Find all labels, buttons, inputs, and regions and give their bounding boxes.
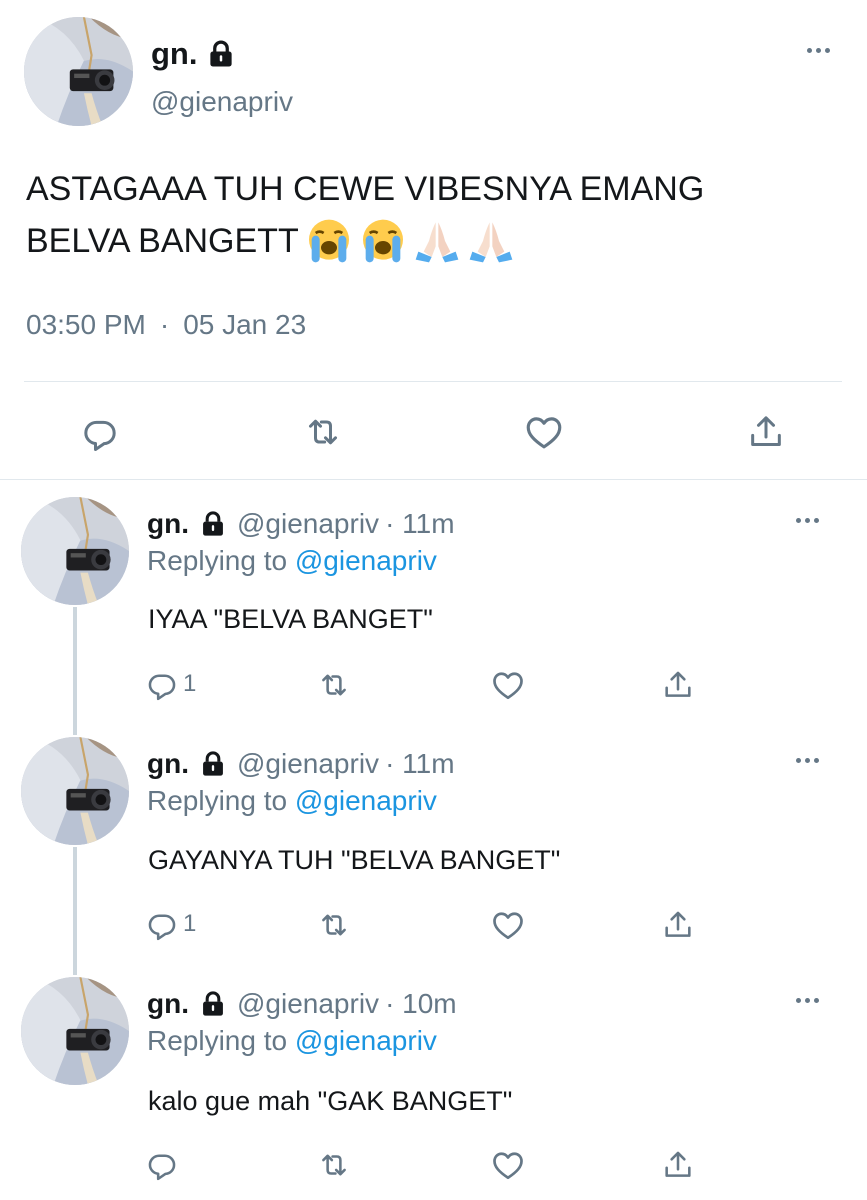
main-author-row: gn. [151, 34, 236, 74]
tweet-text-line-2: BELVA BANGETT [26, 215, 826, 267]
more-horizontal-icon[interactable] [796, 998, 819, 1003]
lock-icon [199, 750, 227, 778]
reply-bubble-icon [145, 1147, 179, 1181]
share-button[interactable] [660, 907, 696, 943]
reply-button[interactable] [78, 410, 122, 454]
retweet-icon [317, 1148, 351, 1182]
replying-to-label: Replying to [147, 545, 288, 576]
retweet-button[interactable] [316, 907, 352, 943]
replying-to-label: Replying to [147, 1025, 288, 1056]
reply-count: 1 [183, 670, 197, 697]
reply-button[interactable]: 1 [145, 906, 196, 942]
reply-time[interactable]: · 11m [385, 508, 455, 540]
handle[interactable]: @gienapriv [237, 988, 379, 1020]
heart-icon [523, 411, 565, 453]
replying-to: Replying to @gienapriv [147, 785, 437, 817]
avatar[interactable] [21, 497, 129, 605]
heart-icon [490, 1147, 526, 1183]
reply-button[interactable] [145, 1146, 183, 1182]
share-upload-icon [661, 668, 695, 702]
tweet-text-line-1: ASTAGAAA TUH CEWE VIBESNYA EMANG [26, 170, 705, 208]
more-horizontal-icon[interactable] [796, 518, 819, 523]
like-button[interactable] [522, 410, 566, 454]
loudly-crying-face-icon [359, 217, 407, 265]
reply-bubble-icon [145, 667, 179, 701]
reply-text: GAYANYA TUH "BELVA BANGET" [148, 845, 561, 875]
handle[interactable]: @gienapriv [151, 86, 293, 118]
avatar[interactable] [21, 977, 129, 1085]
more-horizontal-icon[interactable] [796, 758, 819, 763]
retweet-icon [317, 908, 351, 942]
share-upload-icon [661, 908, 695, 942]
reply-count: 1 [183, 910, 197, 937]
thread-line [73, 847, 77, 975]
avatar[interactable] [21, 737, 129, 845]
reply-header: gn. @gienapriv · 11m [147, 506, 455, 542]
section-divider [0, 479, 867, 480]
lock-icon [199, 990, 227, 1018]
reply-text: IYAA "BELVA BANGET" [148, 604, 433, 634]
replying-to-label: Replying to [147, 785, 288, 816]
replying-to: Replying to @gienapriv [147, 545, 437, 577]
tweet-date: 05 Jan 23 [183, 309, 307, 340]
retweet-icon [317, 668, 351, 702]
display-name[interactable]: gn. [151, 36, 198, 72]
share-button[interactable] [660, 667, 696, 703]
tweet-time: 03:50 PM [26, 309, 146, 340]
reply-bubble-icon [145, 907, 179, 941]
reply-text: kalo gue mah "GAK BANGET" [148, 1086, 513, 1116]
retweet-button[interactable] [301, 410, 345, 454]
avatar[interactable] [24, 17, 133, 126]
share-upload-icon [746, 412, 786, 452]
replying-to-mention[interactable]: @gienapriv [295, 545, 437, 576]
retweet-button[interactable] [316, 1147, 352, 1183]
reply-header: gn. @gienapriv · 10m [147, 986, 457, 1022]
display-name[interactable]: gn. [147, 508, 189, 540]
retweet-button[interactable] [316, 667, 352, 703]
tweet-timestamp[interactable]: 03:50 PM · 05 Jan 23 [26, 309, 306, 341]
replying-to-mention[interactable]: @gienapriv [295, 1025, 437, 1056]
tweet-text: ASTAGAAA TUH CEWE VIBESNYA EMANG BELVA B… [26, 163, 826, 267]
reply-time[interactable]: · 10m [385, 988, 457, 1020]
display-name[interactable]: gn. [147, 988, 189, 1020]
divider [24, 381, 842, 382]
folded-hands-icon [467, 217, 515, 265]
loudly-crying-face-icon [305, 217, 353, 265]
tweet-text-line-2-text: BELVA BANGETT [26, 222, 299, 260]
lock-icon [206, 39, 236, 69]
share-button[interactable] [744, 410, 788, 454]
more-horizontal-icon[interactable] [807, 48, 830, 53]
like-button[interactable] [490, 907, 526, 943]
heart-icon [490, 667, 526, 703]
replying-to: Replying to @gienapriv [147, 1025, 437, 1057]
share-upload-icon [661, 1148, 695, 1182]
display-name[interactable]: gn. [147, 748, 189, 780]
handle[interactable]: @gienapriv [237, 508, 379, 540]
like-button[interactable] [490, 1147, 526, 1183]
reply-bubble-icon [80, 412, 120, 452]
lock-icon [199, 510, 227, 538]
like-button[interactable] [490, 667, 526, 703]
replying-to-mention[interactable]: @gienapriv [295, 785, 437, 816]
reply-button[interactable]: 1 [145, 666, 196, 702]
heart-icon [490, 907, 526, 943]
reply-header: gn. @gienapriv · 11m [147, 746, 455, 782]
retweet-icon [303, 412, 343, 452]
folded-hands-icon [413, 217, 461, 265]
share-button[interactable] [660, 1147, 696, 1183]
thread-line [73, 607, 77, 735]
reply-time[interactable]: · 11m [385, 748, 455, 780]
handle[interactable]: @gienapriv [237, 748, 379, 780]
timestamp-separator: · [159, 309, 170, 340]
